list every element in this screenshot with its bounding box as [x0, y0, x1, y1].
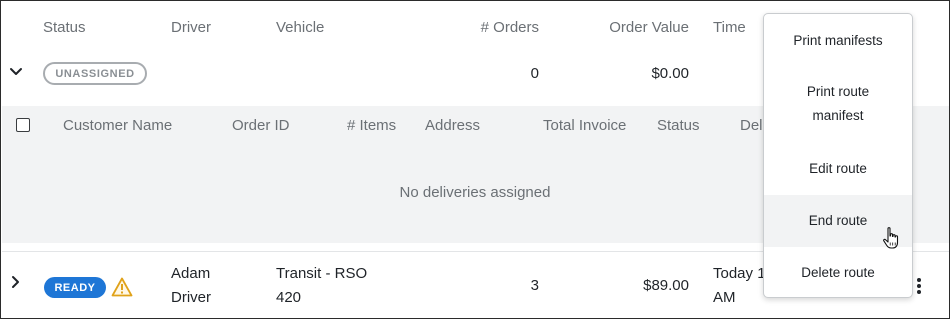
vehicle-name-line2: 420 [276, 289, 302, 306]
chevron-down-icon[interactable] [8, 64, 24, 80]
column-header-time[interactable]: Time [713, 19, 746, 36]
column-header-order-id[interactable]: Order ID [232, 117, 290, 134]
vehicle-name-line1: Transit - RSO [276, 265, 368, 282]
column-header-delivery-truncated[interactable]: Del [740, 117, 763, 134]
unassigned-order-value: $0.00 [651, 65, 689, 82]
time-line1: Today 1 [713, 265, 766, 282]
menu-item-print-route-manifest[interactable]: Print route manifest [764, 80, 912, 128]
column-header-orders[interactable]: # Orders [441, 19, 539, 36]
column-header-items[interactable]: # Items [347, 117, 396, 134]
column-header-address[interactable]: Address [425, 117, 480, 134]
menu-item-print-manifests[interactable]: Print manifests [764, 28, 912, 53]
select-all-checkbox[interactable] [16, 118, 30, 132]
unassigned-orders-count: 0 [530, 65, 539, 82]
ready-order-value: $89.00 [643, 277, 689, 294]
column-header-total-invoice[interactable]: Total Invoice [543, 117, 626, 134]
column-header-driver[interactable]: Driver [171, 19, 211, 36]
menu-item-print-route-manifest-line1: Print route [806, 84, 870, 99]
warning-icon[interactable] [111, 277, 133, 297]
column-header-status[interactable]: Status [43, 19, 86, 36]
status-badge-ready: READY [44, 277, 106, 298]
hand-pointer-icon [881, 226, 903, 250]
kebab-menu-icon[interactable] [912, 276, 926, 296]
ready-orders-count: 3 [530, 277, 539, 294]
routes-table: Status Driver Vehicle # Orders Order Val… [0, 0, 950, 319]
column-header-delivery-status[interactable]: Status [657, 117, 700, 134]
column-header-customer-name[interactable]: Customer Name [63, 117, 172, 134]
status-badge-unassigned: UNASSIGNED [43, 62, 147, 85]
time-line2: AM [713, 289, 736, 306]
driver-name-line2: Driver [171, 289, 211, 306]
column-header-vehicle[interactable]: Vehicle [276, 19, 324, 36]
route-actions-menu: Print manifests Print route manifest Edi… [763, 13, 913, 298]
menu-item-print-route-manifest-line2: manifest [812, 108, 864, 123]
chevron-right-icon[interactable] [8, 274, 24, 290]
driver-name-line1: Adam [171, 265, 211, 282]
menu-item-delete-route[interactable]: Delete route [764, 260, 912, 285]
menu-item-edit-route[interactable]: Edit route [764, 156, 912, 181]
column-header-order-value[interactable]: Order Value [581, 19, 689, 36]
